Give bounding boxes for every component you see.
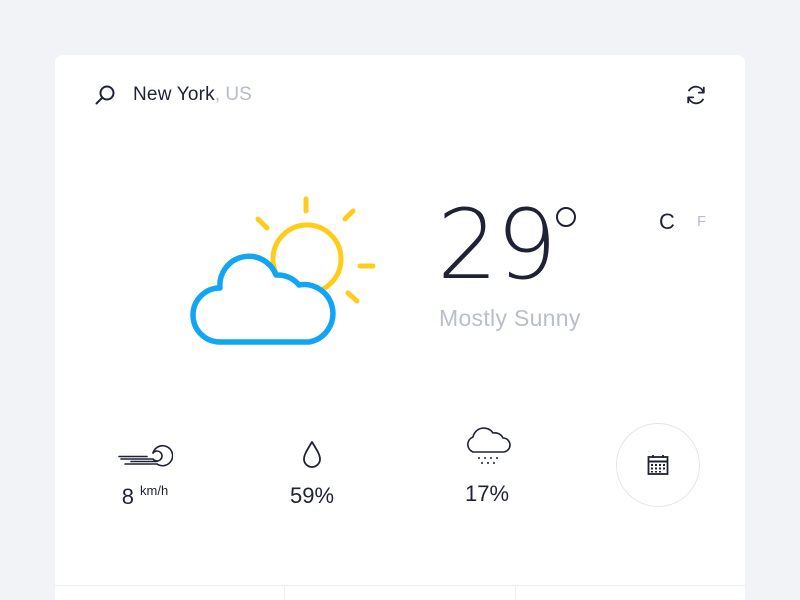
search-icon[interactable] [93,83,117,107]
tab-divider [515,586,516,600]
calendar-button[interactable] [616,423,700,507]
temperature-value: 29 [437,189,557,301]
droplet-icon [277,433,347,469]
humidity-stat: 59% [277,433,347,509]
unit-fahrenheit-toggle[interactable]: F [697,213,706,230]
tab-divider [284,586,285,600]
city-name[interactable]: New York [133,84,215,106]
degree-symbol [556,207,576,227]
humidity-value: 59% [289,483,335,508]
precipitation-stat: 17% [452,425,522,507]
snow-cloud-icon [452,425,522,469]
wind-speed: 8 [121,484,135,509]
calendar-icon [647,455,669,475]
weather-condition: Mostly Sunny [439,305,581,331]
wind-stat: 8 km/h [110,433,180,510]
search-bar[interactable]: New York , US [93,81,252,109]
refresh-icon [687,85,705,105]
wind-unit: km/h [140,483,169,498]
unit-celsius-toggle[interactable]: C [659,209,675,235]
precipitation-value: 17% [464,481,510,506]
weather-card: New York , US 29 Mostly Sunny C F 8 km/h… [55,55,745,600]
country-code[interactable]: , US [215,84,252,106]
partly-sunny-icon [190,193,380,353]
wind-value-row: 8 km/h [110,483,180,510]
refresh-button[interactable] [683,82,709,108]
wind-icon [110,433,180,469]
forecast-tabs-row [55,585,745,600]
